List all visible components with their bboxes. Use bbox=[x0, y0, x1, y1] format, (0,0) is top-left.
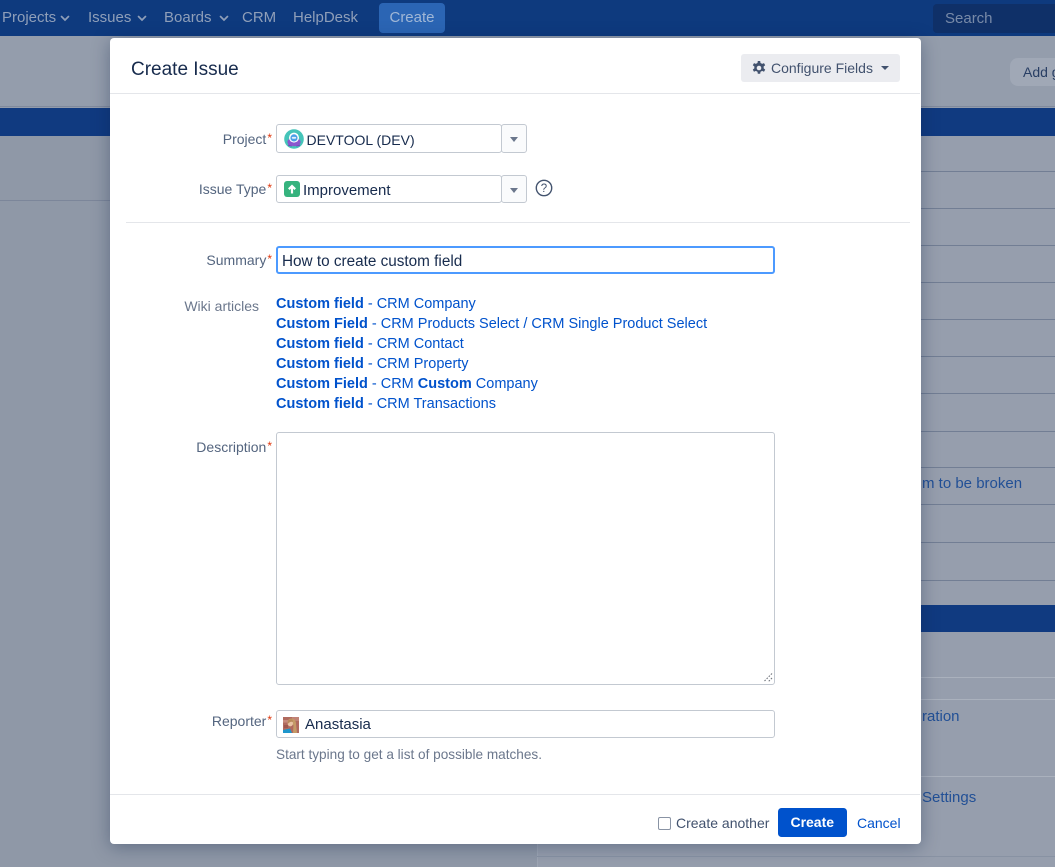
svg-text:?: ? bbox=[541, 183, 547, 195]
